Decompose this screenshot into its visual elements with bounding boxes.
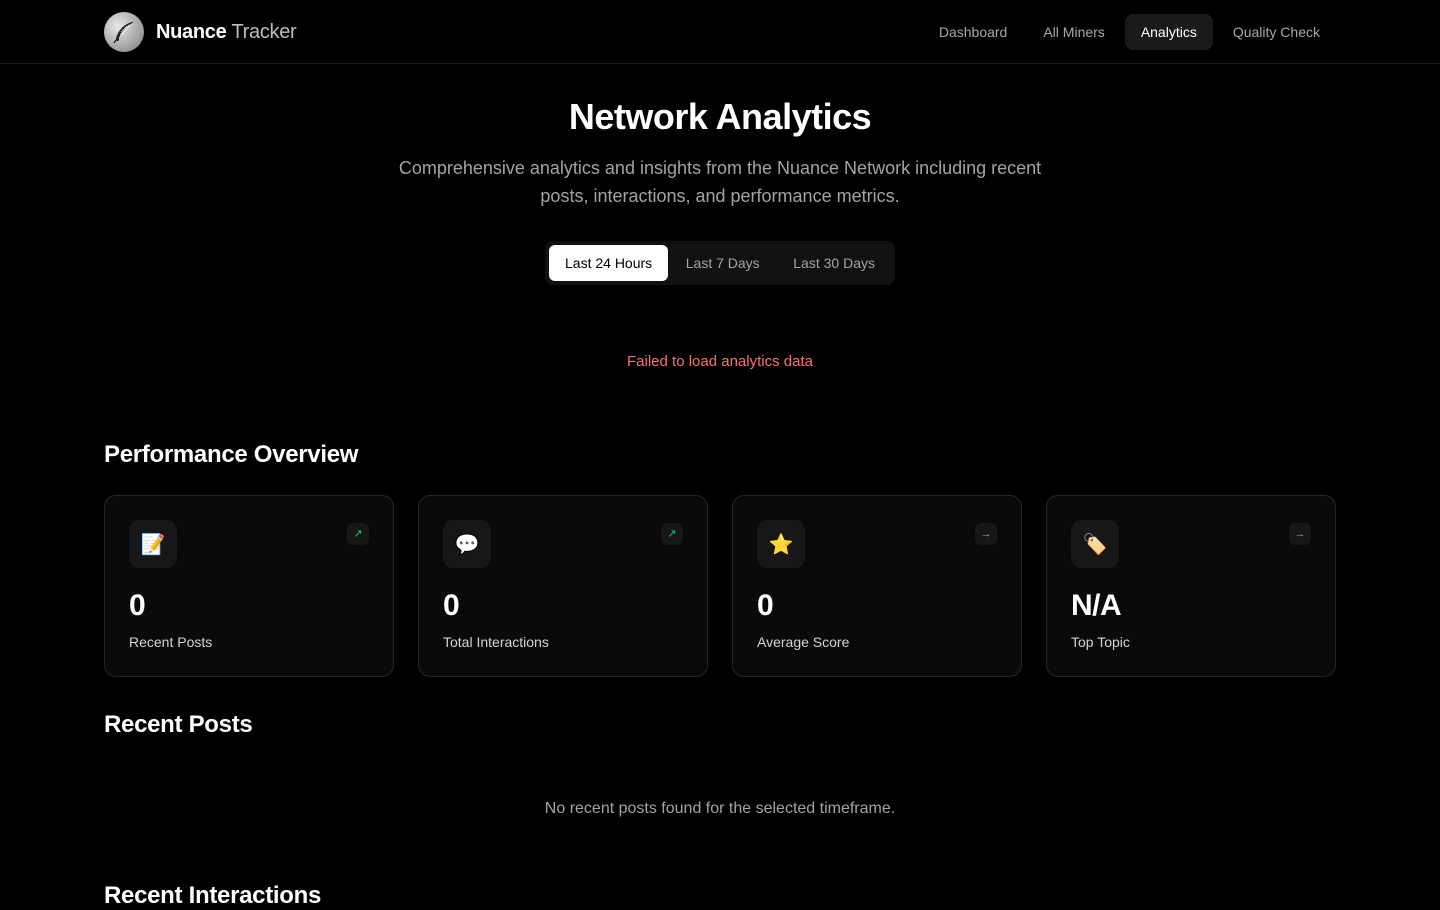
- speech-bubble-icon: 💬: [443, 520, 491, 568]
- stat-card-top-topic: 🏷️ → N/A Top Topic: [1046, 495, 1336, 677]
- nav-quality-check[interactable]: Quality Check: [1217, 14, 1336, 50]
- star-icon: ⭐: [757, 520, 805, 568]
- stat-value: 0: [757, 589, 774, 622]
- brand-name: Nuance Tracker: [156, 20, 297, 44]
- stat-card-total-interactions: 💬 ↗ 0 Total Interactions: [418, 495, 708, 677]
- trend-up-icon: ↗: [661, 523, 683, 545]
- stat-label: Average Score: [757, 634, 850, 650]
- brand[interactable]: Nuance Tracker: [104, 12, 297, 52]
- stat-card-average-score: ⭐ → 0 Average Score: [732, 495, 1022, 677]
- stat-value: N/A: [1071, 589, 1122, 622]
- timeframe-7d-button[interactable]: Last 7 Days: [670, 245, 776, 281]
- main-nav: Dashboard All Miners Analytics Quality C…: [923, 14, 1336, 50]
- stat-label: Total Interactions: [443, 634, 549, 650]
- timeframe-selector: Last 24 Hours Last 7 Days Last 30 Days: [545, 241, 895, 285]
- page-subtitle: Comprehensive analytics and insights fro…: [398, 158, 1042, 206]
- stat-card-recent-posts: 📝 ↗ 0 Recent Posts: [104, 495, 394, 677]
- feather-logo-icon: [104, 12, 144, 52]
- brand-name-primary: Nuance: [156, 20, 227, 43]
- stat-cards: 📝 ↗ 0 Recent Posts 💬 ↗ 0 Total Interacti…: [104, 495, 1336, 677]
- tag-icon: 🏷️: [1071, 520, 1119, 568]
- recent-interactions-title: Recent Interactions: [104, 882, 322, 909]
- memo-icon: 📝: [129, 520, 177, 568]
- timeframe-24h-button[interactable]: Last 24 Hours: [549, 245, 669, 281]
- top-navigation-bar: Nuance Tracker Dashboard All Miners Analy…: [0, 0, 1440, 64]
- timeframe-30d-button[interactable]: Last 30 Days: [777, 245, 891, 281]
- nav-all-miners[interactable]: All Miners: [1027, 14, 1120, 50]
- recent-posts-title: Recent Posts: [104, 711, 253, 738]
- recent-posts-empty-message: No recent posts found for the selected t…: [544, 800, 896, 817]
- stat-label: Top Topic: [1071, 634, 1130, 650]
- stat-label: Recent Posts: [129, 634, 213, 650]
- trend-flat-icon: →: [1289, 523, 1311, 545]
- error-message: Failed to load analytics data: [627, 353, 813, 370]
- nav-dashboard[interactable]: Dashboard: [923, 14, 1024, 50]
- performance-overview-title: Performance Overview: [104, 441, 359, 468]
- page-title: Network Analytics: [568, 96, 872, 137]
- trend-up-icon: ↗: [347, 523, 369, 545]
- stat-value: 0: [129, 589, 146, 622]
- nav-analytics[interactable]: Analytics: [1124, 14, 1213, 50]
- stat-value: 0: [443, 589, 460, 622]
- brand-name-secondary: Tracker: [231, 20, 297, 43]
- trend-flat-icon: →: [975, 523, 997, 545]
